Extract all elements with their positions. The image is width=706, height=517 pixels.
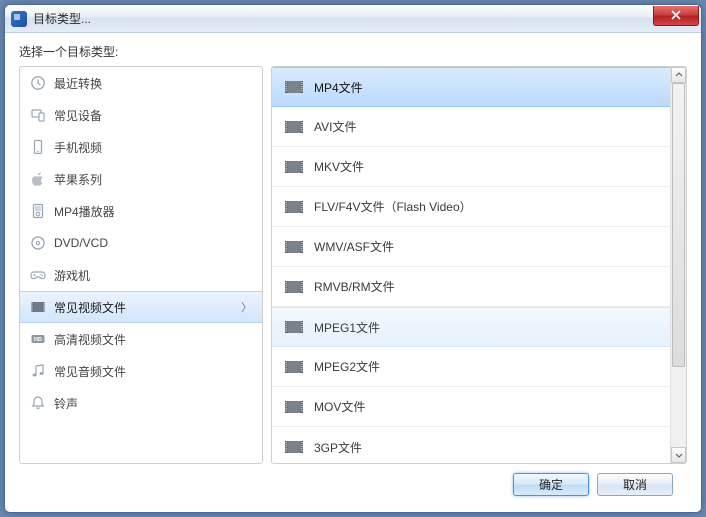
category-item-mobile[interactable]: 手机视频〉 — [20, 131, 262, 163]
format-item[interactable]: WMV/ASF文件 — [272, 227, 670, 267]
format-item[interactable]: MOV文件 — [272, 387, 670, 427]
bell-icon — [30, 395, 46, 411]
category-item-recent[interactable]: 最近转换〉 — [20, 67, 262, 99]
chevron-right-icon: 〉 — [241, 299, 252, 315]
dialog-window: 目标类型... 选择一个目标类型: 最近转换〉常见设备〉手机视频〉苹果系列〉MP… — [4, 4, 702, 513]
format-pane: MP4文件 AVI文件 MKV文件 FLV/F4V文件（Flash Video） WMV… — [271, 66, 687, 464]
format-item[interactable]: RMVB/RM文件 — [272, 267, 670, 307]
format-item[interactable]: AVI文件 — [272, 107, 670, 147]
film-icon — [284, 439, 304, 455]
category-item-hd[interactable]: HD高清视频文件〉 — [20, 323, 262, 355]
hd-icon: HD — [30, 331, 46, 347]
app-icon — [11, 11, 27, 27]
category-label: 苹果系列 — [54, 171, 102, 188]
disc-icon — [30, 235, 46, 251]
music-icon — [30, 363, 46, 379]
category-item-video[interactable]: 常见视频文件 〉 — [20, 291, 262, 323]
category-label: 常见设备 — [54, 107, 102, 124]
scrollbar[interactable] — [670, 67, 686, 463]
category-label: 手机视频 — [54, 139, 102, 156]
apple-icon — [30, 171, 46, 187]
category-item-audio[interactable]: 常见音频文件〉 — [20, 355, 262, 387]
format-item[interactable]: FLV/F4V文件（Flash Video） — [272, 187, 670, 227]
close-button[interactable] — [653, 6, 699, 26]
category-label: 常见音频文件 — [54, 363, 126, 380]
film-icon — [30, 299, 46, 315]
category-label: 最近转换 — [54, 75, 102, 92]
film-icon — [284, 359, 304, 375]
device-icon — [30, 107, 46, 123]
format-list: MP4文件 AVI文件 MKV文件 FLV/F4V文件（Flash Video） WMV… — [272, 67, 670, 463]
format-label: WMV/ASF文件 — [314, 238, 394, 255]
mp4player-icon — [30, 203, 46, 219]
film-icon — [284, 399, 304, 415]
format-label: FLV/F4V文件（Flash Video） — [314, 198, 472, 215]
film-icon — [284, 79, 304, 95]
format-label: MP4文件 — [314, 79, 363, 96]
phone-icon — [30, 139, 46, 155]
format-label: MOV文件 — [314, 398, 365, 415]
format-label: RMVB/RM文件 — [314, 278, 395, 295]
category-item-mp4played[interactable]: MP4播放器〉 — [20, 195, 262, 227]
chevron-up-icon — [675, 71, 683, 79]
category-item-ringtone[interactable]: 铃声〉 — [20, 387, 262, 419]
scroll-up-button[interactable] — [671, 67, 686, 83]
gamepad-icon — [30, 267, 46, 283]
svg-text:HD: HD — [34, 337, 42, 343]
clock-icon — [30, 75, 46, 91]
scroll-track[interactable] — [671, 83, 686, 447]
format-label: AVI文件 — [314, 118, 356, 135]
cancel-button[interactable]: 取消 — [597, 473, 673, 496]
prompt-label: 选择一个目标类型: — [19, 43, 687, 60]
category-label: 常见视频文件 — [54, 299, 126, 316]
format-label: MPEG2文件 — [314, 358, 380, 375]
category-item-dvdvcd[interactable]: DVD/VCD〉 — [20, 227, 262, 259]
format-item[interactable]: MPEG1文件 — [272, 307, 670, 347]
dialog-footer: 确定 取消 — [19, 464, 687, 504]
format-label: 3GP文件 — [314, 439, 362, 456]
panes: 最近转换〉常见设备〉手机视频〉苹果系列〉MP4播放器〉DVD/VCD〉游戏机〉常… — [19, 66, 687, 464]
scroll-thumb[interactable] — [672, 83, 685, 367]
format-item[interactable]: MPEG2文件 — [272, 347, 670, 387]
category-label: 高清视频文件 — [54, 331, 126, 348]
category-item-apple[interactable]: 苹果系列〉 — [20, 163, 262, 195]
close-icon — [671, 10, 681, 20]
ok-button[interactable]: 确定 — [513, 473, 589, 496]
film-icon — [284, 199, 304, 215]
format-label: MPEG1文件 — [314, 319, 380, 336]
film-icon — [284, 159, 304, 175]
film-icon — [284, 239, 304, 255]
format-item[interactable]: 3GP文件 — [272, 427, 670, 463]
chevron-down-icon — [675, 451, 683, 459]
category-label: 铃声 — [54, 395, 78, 412]
format-item[interactable]: MP4文件 — [272, 67, 670, 107]
category-item-console[interactable]: 游戏机〉 — [20, 259, 262, 291]
category-label: MP4播放器 — [54, 203, 115, 220]
category-item-devices[interactable]: 常见设备〉 — [20, 99, 262, 131]
film-icon — [284, 119, 304, 135]
format-label: MKV文件 — [314, 158, 364, 175]
content-area: 选择一个目标类型: 最近转换〉常见设备〉手机视频〉苹果系列〉MP4播放器〉DVD… — [5, 33, 701, 512]
category-label: DVD/VCD — [54, 236, 108, 250]
format-item[interactable]: MKV文件 — [272, 147, 670, 187]
window-title: 目标类型... — [33, 10, 653, 27]
category-list: 最近转换〉常见设备〉手机视频〉苹果系列〉MP4播放器〉DVD/VCD〉游戏机〉常… — [19, 66, 263, 464]
film-icon — [284, 279, 304, 295]
titlebar[interactable]: 目标类型... — [5, 5, 701, 33]
scroll-down-button[interactable] — [671, 447, 686, 463]
category-label: 游戏机 — [54, 267, 90, 284]
film-icon — [284, 319, 304, 335]
